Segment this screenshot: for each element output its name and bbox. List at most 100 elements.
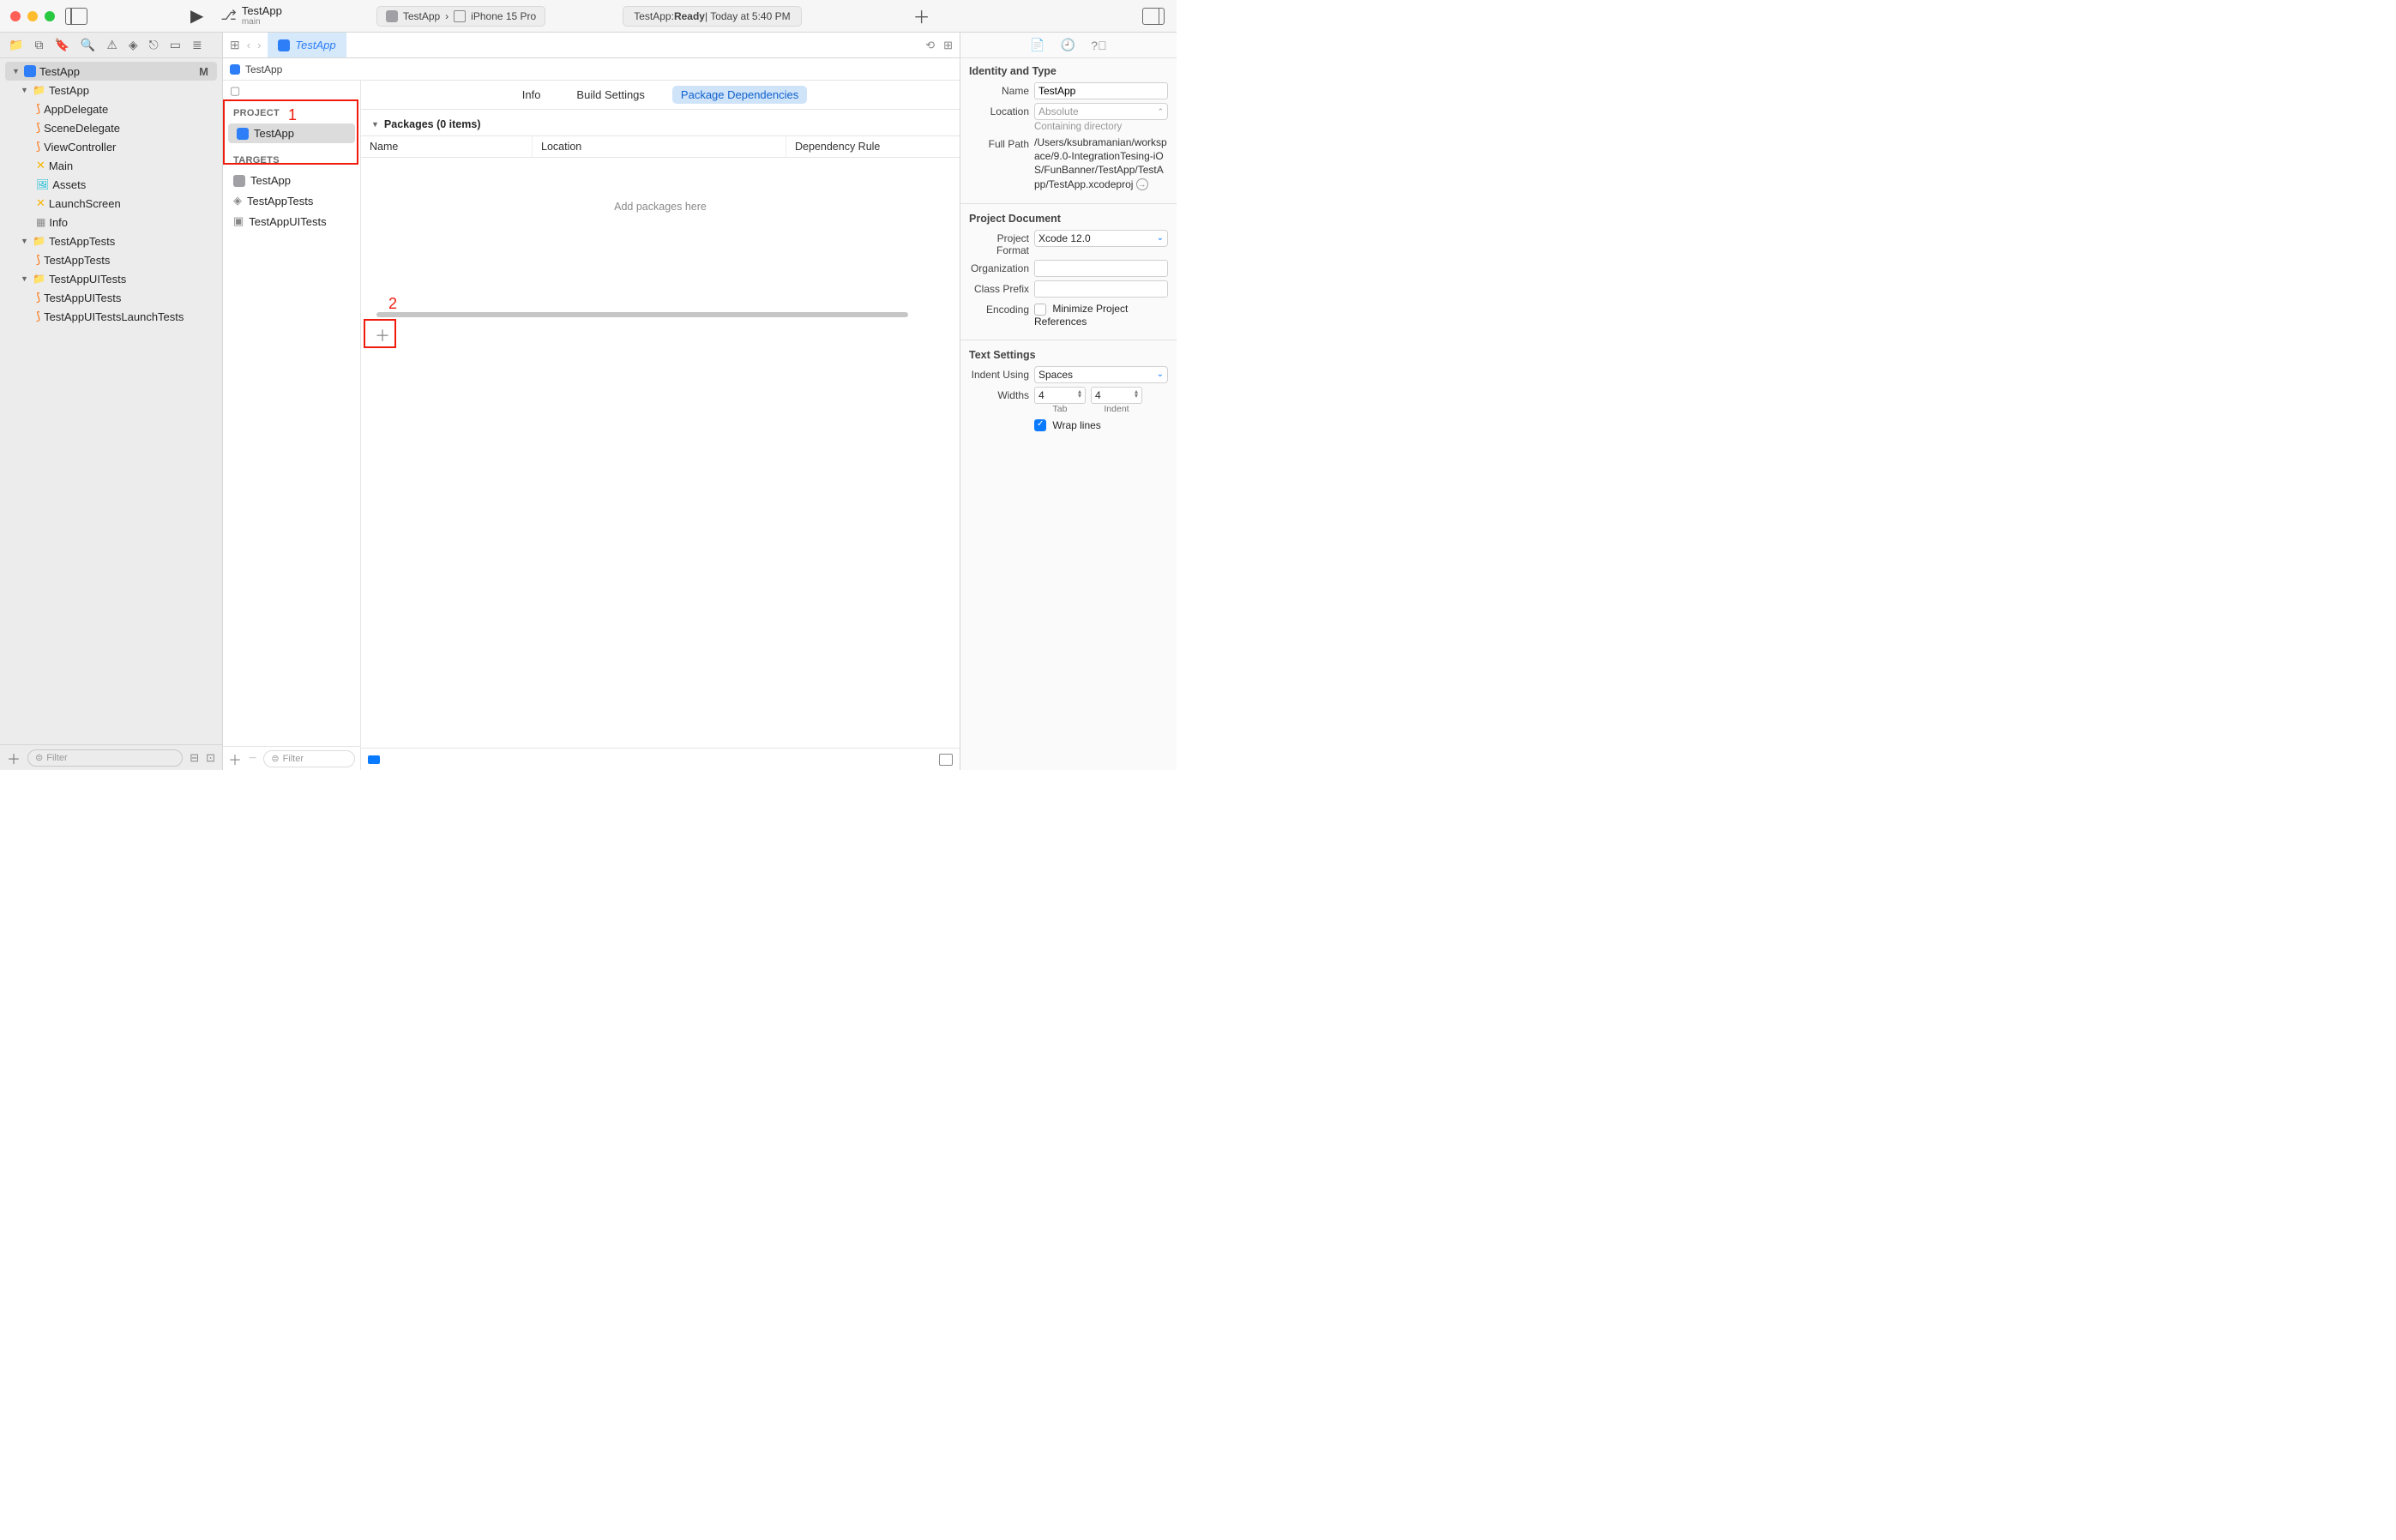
widths-label: Widths: [969, 387, 1034, 401]
file-row[interactable]: ⟆AppDelegate: [0, 99, 222, 118]
navigator-selector[interactable]: 📁 ⧉ 🔖 🔍 ⚠ ◈ ⎋ ▭ ≣: [0, 33, 222, 58]
indent-using-label: Indent Using: [969, 366, 1034, 381]
find-navigator-icon[interactable]: 🔍: [81, 38, 95, 52]
device-label: iPhone 15 Pro: [471, 10, 536, 22]
project-navigator-tree[interactable]: ▼ TestApp M ▼📁TestApp ⟆AppDelegate ⟆Scen…: [0, 58, 222, 744]
packages-empty-message: Add packages here: [361, 201, 960, 213]
column-name[interactable]: Name: [361, 136, 533, 157]
indent-width-stepper[interactable]: 4▴▾: [1091, 387, 1142, 404]
chevron-down-icon[interactable]: ▼: [371, 120, 379, 129]
window-controls[interactable]: [10, 11, 55, 21]
breadcrumb-item[interactable]: TestApp: [245, 63, 282, 75]
debug-navigator-icon[interactable]: ⎋: [149, 38, 159, 52]
refresh-icon[interactable]: ⟲: [925, 39, 935, 52]
project-document-header: Project Document: [969, 213, 1168, 225]
file-row[interactable]: ⟆TestAppUITestsLaunchTests: [0, 307, 222, 326]
add-target-button[interactable]: ＋: [228, 749, 242, 769]
class-prefix-input[interactable]: [1034, 280, 1168, 298]
toggle-navigator-button[interactable]: [65, 8, 87, 25]
jump-bar[interactable]: TestApp: [223, 58, 960, 81]
annotation-number-1: 1: [288, 106, 297, 124]
targets-filter-input[interactable]: ⊜ Filter: [263, 750, 355, 767]
bookmark-navigator-icon[interactable]: 🔖: [54, 38, 69, 52]
history-inspector-icon[interactable]: 🕘: [1061, 38, 1075, 52]
group-row[interactable]: ▼📁TestAppUITests: [0, 269, 222, 288]
add-assistant-icon[interactable]: ⊞: [943, 39, 953, 52]
indent-using-select[interactable]: Spaces⌄: [1034, 366, 1168, 383]
project-settings-tabs[interactable]: Info Build Settings Package Dependencies: [361, 81, 960, 110]
recent-filter-icon[interactable]: ⊟: [190, 751, 199, 765]
targets-section-header: TARGETS: [225, 143, 358, 171]
help-inspector-icon[interactable]: ?⃝: [1091, 39, 1106, 52]
wrap-lines-checkbox[interactable]: [1034, 419, 1046, 431]
file-row[interactable]: 🖼Assets: [0, 175, 222, 194]
related-items-icon[interactable]: ⊞: [230, 38, 240, 52]
file-row[interactable]: ⟆SceneDelegate: [0, 118, 222, 137]
add-package-button[interactable]: ＋: [371, 324, 394, 346]
file-row[interactable]: ⟆ViewController: [0, 137, 222, 156]
file-row[interactable]: ▦Info: [0, 213, 222, 232]
target-item[interactable]: TestApp: [225, 171, 358, 190]
modified-badge: M: [199, 65, 208, 78]
toggle-minimap-icon[interactable]: [939, 754, 953, 766]
name-input[interactable]: [1034, 82, 1168, 99]
tab-info[interactable]: Info: [514, 86, 550, 104]
project-format-select[interactable]: Xcode 12.0⌄: [1034, 230, 1168, 247]
hide-project-list-icon[interactable]: ▢: [230, 84, 240, 98]
add-file-button[interactable]: ＋: [7, 748, 21, 768]
file-row[interactable]: ✕LaunchScreen: [0, 194, 222, 213]
organization-input[interactable]: [1034, 260, 1168, 277]
add-editor-button[interactable]: ＋: [913, 3, 930, 28]
editor-tab[interactable]: TestApp: [268, 33, 346, 58]
filter-icon: ⊜: [35, 752, 43, 763]
breakpoint-navigator-icon[interactable]: ▭: [170, 38, 181, 52]
nav-forward-icon[interactable]: ›: [257, 39, 261, 51]
chevron-down-icon[interactable]: ▼: [12, 67, 21, 75]
test-navigator-icon[interactable]: ◈: [129, 38, 138, 52]
remove-target-button[interactable]: −: [249, 751, 256, 767]
minimize-references-checkbox[interactable]: [1034, 304, 1046, 316]
horizontal-scrollbar[interactable]: [376, 312, 908, 317]
file-row[interactable]: ⟆TestAppTests: [0, 250, 222, 269]
column-dependency-rule[interactable]: Dependency Rule: [786, 136, 960, 157]
editor-mode-indicator[interactable]: [368, 755, 380, 764]
file-row[interactable]: ⟆TestAppUITests: [0, 288, 222, 307]
scheme-device-selector[interactable]: TestApp › iPhone 15 Pro: [376, 6, 545, 27]
activity-status[interactable]: TestApp: Ready | Today at 5:40 PM: [623, 6, 801, 27]
file-inspector-icon[interactable]: 📄: [1030, 38, 1044, 52]
group-row[interactable]: ▼📁TestApp: [0, 81, 222, 99]
name-label: Name: [969, 82, 1034, 97]
filter-icon: ⊜: [271, 753, 279, 764]
target-item[interactable]: ◈TestAppTests: [225, 190, 358, 211]
scm-filter-icon[interactable]: ⊡: [206, 751, 215, 765]
target-item[interactable]: ▣TestAppUITests: [225, 211, 358, 232]
branch-indicator[interactable]: ⎇ TestApp main: [220, 5, 281, 27]
location-select[interactable]: Absolute⌃: [1034, 103, 1168, 120]
close-window-icon[interactable]: [10, 11, 21, 21]
swift-icon: ⟆: [36, 121, 40, 135]
inspector-tabs[interactable]: 📄 🕘 ?⃝: [960, 33, 1177, 58]
tab-package-dependencies[interactable]: Package Dependencies: [672, 86, 807, 104]
project-item[interactable]: TestApp: [228, 123, 355, 143]
reveal-in-finder-button[interactable]: →: [1136, 178, 1148, 190]
app-icon: [386, 10, 398, 22]
source-control-navigator-icon[interactable]: ⧉: [34, 38, 43, 52]
group-row[interactable]: ▼📁TestAppTests: [0, 232, 222, 250]
fullpath-label: Full Path: [969, 135, 1034, 150]
tab-width-stepper[interactable]: 4▴▾: [1034, 387, 1086, 404]
tab-build-settings[interactable]: Build Settings: [568, 86, 653, 104]
issue-navigator-icon[interactable]: ⚠: [106, 38, 117, 52]
zoom-window-icon[interactable]: [45, 11, 55, 21]
project-navigator-icon[interactable]: 📁: [9, 38, 23, 52]
toggle-inspector-button[interactable]: [1142, 8, 1165, 25]
file-row[interactable]: ✕Main: [0, 156, 222, 175]
storyboard-icon: ✕: [36, 159, 45, 172]
minimize-window-icon[interactable]: [27, 11, 38, 21]
run-button[interactable]: ▶: [190, 5, 203, 27]
column-location[interactable]: Location: [533, 136, 786, 157]
status-prefix: TestApp:: [634, 10, 674, 22]
navigator-filter-input[interactable]: ⊜ Filter: [27, 749, 183, 767]
report-navigator-icon[interactable]: ≣: [192, 38, 202, 52]
project-root-row[interactable]: ▼ TestApp M: [5, 62, 217, 81]
nav-back-icon[interactable]: ‹: [247, 39, 250, 51]
